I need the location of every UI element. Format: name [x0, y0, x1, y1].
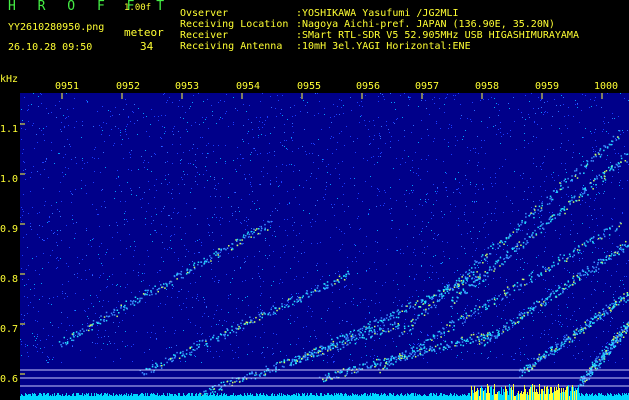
- y-axis-unit: kHz: [0, 74, 19, 85]
- y-tick-label: 1.0: [0, 174, 19, 185]
- app-version: 1.00f: [124, 3, 152, 13]
- meteor-label: meteor: [124, 26, 164, 39]
- meteor-count: 34: [140, 40, 154, 53]
- meta-key-location: Receiving Location: [180, 19, 289, 30]
- x-tick-label: 0951: [55, 81, 80, 92]
- x-tick-label: 1000: [594, 81, 619, 92]
- y-tick-label: 0.7: [0, 324, 19, 335]
- datetime: 26.10.28 09:50: [8, 42, 93, 53]
- x-tick-label: 0954: [236, 81, 261, 92]
- x-tick-label: 0955: [297, 81, 322, 92]
- file-name: YY2610280950.png: [8, 22, 105, 33]
- spectrogram: [20, 93, 629, 400]
- y-tick-label: 0.8: [0, 274, 19, 285]
- x-tick-label: 0957: [415, 81, 440, 92]
- meta-key-receiver: Receiver: [180, 30, 229, 41]
- x-tick-label: 0959: [535, 81, 560, 92]
- x-tick-label: 0952: [116, 81, 141, 92]
- meta-value-observer: :YOSHIKAWA Yasufumi /JG2MLI: [296, 8, 459, 19]
- meta-key-observer: Ovserver: [180, 8, 229, 19]
- x-tick-label: 0956: [356, 81, 381, 92]
- x-tick-label: 0953: [175, 81, 200, 92]
- meta-value-receiver: :SMart RTL-SDR V5 52.905MHz USB HIGASHIM…: [296, 30, 579, 41]
- meta-key-antenna: Receiving Antenna: [180, 41, 283, 52]
- y-tick-label: 0.9: [0, 224, 19, 235]
- meta-value-location: :Nagoya Aichi-pref. JAPAN (136.90E, 35.2…: [296, 19, 555, 30]
- hroft-window: H R O F F T 1.00f YY2610280950.png 26.10…: [0, 0, 629, 400]
- y-tick-label: 0.6: [0, 374, 19, 385]
- meta-value-antenna: :10mH 3el.YAGI Horizontal:ENE: [296, 41, 471, 52]
- y-tick-label: 1.1: [0, 124, 19, 135]
- x-tick-label: 0958: [475, 81, 500, 92]
